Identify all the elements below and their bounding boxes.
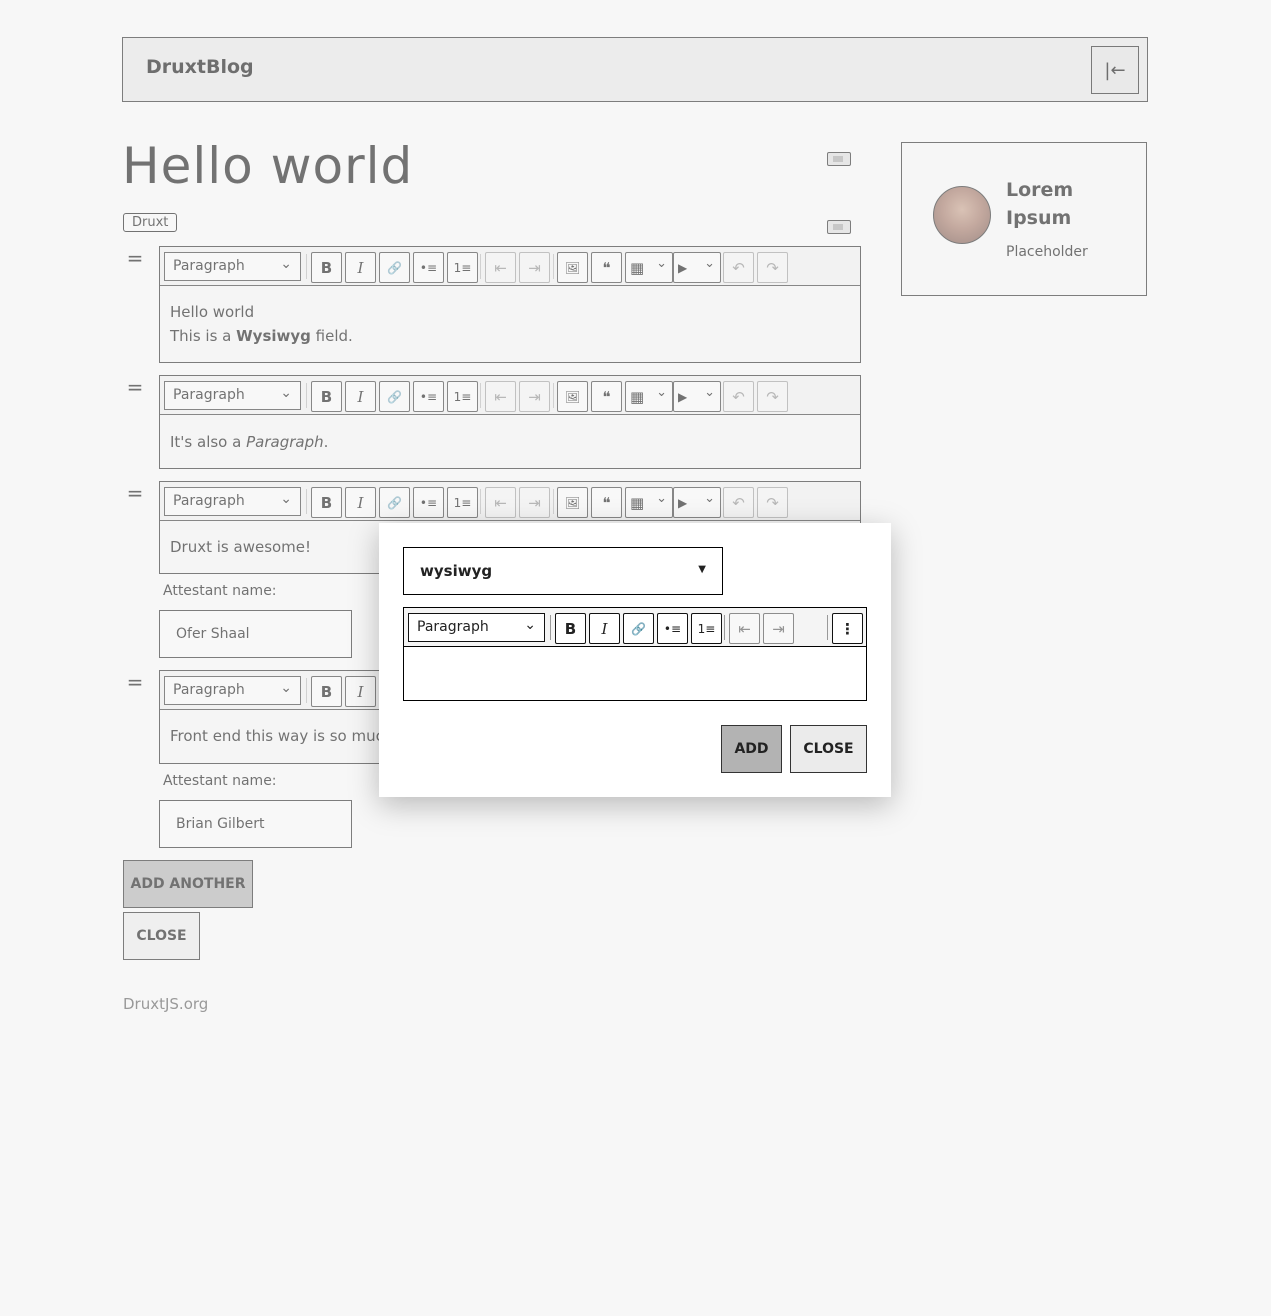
format-select[interactable]: Paragraph <box>408 612 545 642</box>
media-icon[interactable]: ▶ <box>673 487 721 518</box>
editor-toolbar: Paragraph B I 🔗 •≡ 1≡ ⇤ ⇥ ⋮ <box>404 608 866 647</box>
editor-content[interactable]: Druxt is awesome! <box>170 535 311 559</box>
redo-icon[interactable]: ↷ <box>757 252 788 283</box>
quote-icon[interactable]: ❝ <box>591 252 622 283</box>
editor-toolbar: Paragraph B I 🔗 •≡ 1≡ ⇤ ⇥ 🖼 ❝ ▦ ▶ ↶ ↷ <box>160 247 860 286</box>
link-icon[interactable]: 🔗 <box>379 487 410 518</box>
format-select[interactable]: Paragraph <box>164 380 301 410</box>
bold-icon[interactable]: B <box>311 487 342 518</box>
author-name: Lorem Ipsum <box>1006 179 1074 229</box>
editor-content[interactable]: It's also a Paragraph. <box>170 430 328 454</box>
redo-icon[interactable]: ↷ <box>757 381 788 412</box>
drag-handle-icon[interactable]: = <box>125 483 145 503</box>
link-icon[interactable]: 🔗 <box>379 252 410 283</box>
link-icon[interactable]: 🔗 <box>379 381 410 412</box>
italic-icon[interactable]: I <box>345 252 376 283</box>
table-icon[interactable]: ▦ <box>625 381 673 412</box>
bold-icon[interactable]: B <box>555 613 586 644</box>
attestant-name-input[interactable]: Brian Gilbert <box>159 800 352 848</box>
editor-content[interactable]: Front end this way is so muc <box>170 724 384 748</box>
bulleted-list-icon[interactable]: •≡ <box>657 613 688 644</box>
indent-icon[interactable]: ⇥ <box>519 381 550 412</box>
drag-handle-icon[interactable]: = <box>125 248 145 268</box>
numbered-list-icon[interactable]: 1≡ <box>447 487 478 518</box>
avatar <box>933 186 991 244</box>
caret-down-icon: ▼ <box>698 564 706 575</box>
drag-handle-icon[interactable]: = <box>125 377 145 397</box>
italic-icon[interactable]: I <box>345 487 376 518</box>
numbered-list-icon[interactable]: 1≡ <box>691 613 722 644</box>
collapse-icon: |← <box>1104 59 1126 81</box>
site-brand[interactable]: DruxtBlog <box>146 56 254 78</box>
bulleted-list-icon[interactable]: •≡ <box>413 381 444 412</box>
table-icon[interactable]: ▦ <box>625 252 673 283</box>
bold-icon[interactable]: B <box>311 381 342 412</box>
link-icon[interactable]: 🔗 <box>623 613 654 644</box>
indent-icon[interactable]: ⇥ <box>763 613 794 644</box>
numbered-list-icon[interactable]: 1≡ <box>447 252 478 283</box>
title-toggle[interactable] <box>827 152 851 166</box>
image-icon[interactable]: 🖼 <box>557 487 588 518</box>
footer-link[interactable]: DruxtJS.org <box>123 995 208 1013</box>
quote-icon[interactable]: ❝ <box>591 487 622 518</box>
editor-toolbar: Paragraph B I 🔗 •≡ 1≡ ⇤ ⇥ 🖼 ❝ ▦ ▶ ↶ ↷ <box>160 376 860 415</box>
media-icon[interactable]: ▶ <box>673 381 721 412</box>
editor-toolbar: Paragraph B I 🔗 •≡ 1≡ ⇤ ⇥ 🖼 ❝ ▦ ▶ ↶ ↷ <box>160 482 860 521</box>
collapse-sidebar-button[interactable]: |← <box>1091 46 1139 94</box>
attestant-label: Attestant name: <box>163 773 277 789</box>
close-button[interactable]: CLOSE <box>123 912 200 960</box>
numbered-list-icon[interactable]: 1≡ <box>447 381 478 412</box>
outdent-icon[interactable]: ⇤ <box>485 252 516 283</box>
italic-icon[interactable]: I <box>345 381 376 412</box>
image-icon[interactable]: 🖼 <box>557 252 588 283</box>
bulleted-list-icon[interactable]: •≡ <box>413 487 444 518</box>
add-another-button[interactable]: ADD ANOTHER <box>123 860 253 908</box>
editor-content[interactable]: Hello world This is a Wysiwyg field. <box>170 300 353 348</box>
paragraph-editor-2[interactable]: Paragraph B I 🔗 •≡ 1≡ ⇤ ⇥ 🖼 ❝ ▦ ▶ ↶ ↷ It… <box>159 375 861 469</box>
quote-icon[interactable]: ❝ <box>591 381 622 412</box>
bulleted-list-icon[interactable]: •≡ <box>413 252 444 283</box>
outdent-icon[interactable]: ⇤ <box>485 487 516 518</box>
format-select[interactable]: Paragraph <box>164 675 301 705</box>
format-select[interactable]: Paragraph <box>164 251 301 281</box>
drag-handle-icon[interactable]: = <box>125 672 145 692</box>
paragraph-type-select[interactable]: wysiwyg ▼ <box>403 547 723 595</box>
attestant-name-input[interactable]: Ofer Shaal <box>159 610 352 658</box>
undo-icon[interactable]: ↶ <box>723 487 754 518</box>
tag-badge[interactable]: Druxt <box>123 213 178 232</box>
modal-editor[interactable]: Paragraph B I 🔗 •≡ 1≡ ⇤ ⇥ ⋮ <box>403 607 867 701</box>
table-icon[interactable]: ▦ <box>625 487 673 518</box>
bold-icon[interactable]: B <box>311 676 342 707</box>
redo-icon[interactable]: ↷ <box>757 487 788 518</box>
undo-icon[interactable]: ↶ <box>723 252 754 283</box>
outdent-icon[interactable]: ⇤ <box>485 381 516 412</box>
indent-icon[interactable]: ⇥ <box>519 252 550 283</box>
italic-icon[interactable]: I <box>589 613 620 644</box>
undo-icon[interactable]: ↶ <box>723 381 754 412</box>
more-options-icon[interactable]: ⋮ <box>832 613 863 644</box>
italic-icon[interactable]: I <box>345 676 376 707</box>
bold-icon[interactable]: B <box>311 252 342 283</box>
image-icon[interactable]: 🖼 <box>557 381 588 412</box>
attestant-label: Attestant name: <box>163 583 277 599</box>
add-button[interactable]: ADD <box>721 725 782 773</box>
paragraph-editor-1[interactable]: Paragraph B I 🔗 •≡ 1≡ ⇤ ⇥ 🖼 ❝ ▦ ▶ ↶ ↷ He… <box>159 246 861 363</box>
modal-close-button[interactable]: CLOSE <box>790 725 867 773</box>
page-title: Hello world <box>122 137 414 195</box>
indent-icon[interactable]: ⇥ <box>519 487 550 518</box>
site-header <box>122 37 1148 102</box>
media-icon[interactable]: ▶ <box>673 252 721 283</box>
outdent-icon[interactable]: ⇤ <box>729 613 760 644</box>
tags-toggle[interactable] <box>827 220 851 234</box>
format-select[interactable]: Paragraph <box>164 486 301 516</box>
author-role: Placeholder <box>1006 244 1088 260</box>
